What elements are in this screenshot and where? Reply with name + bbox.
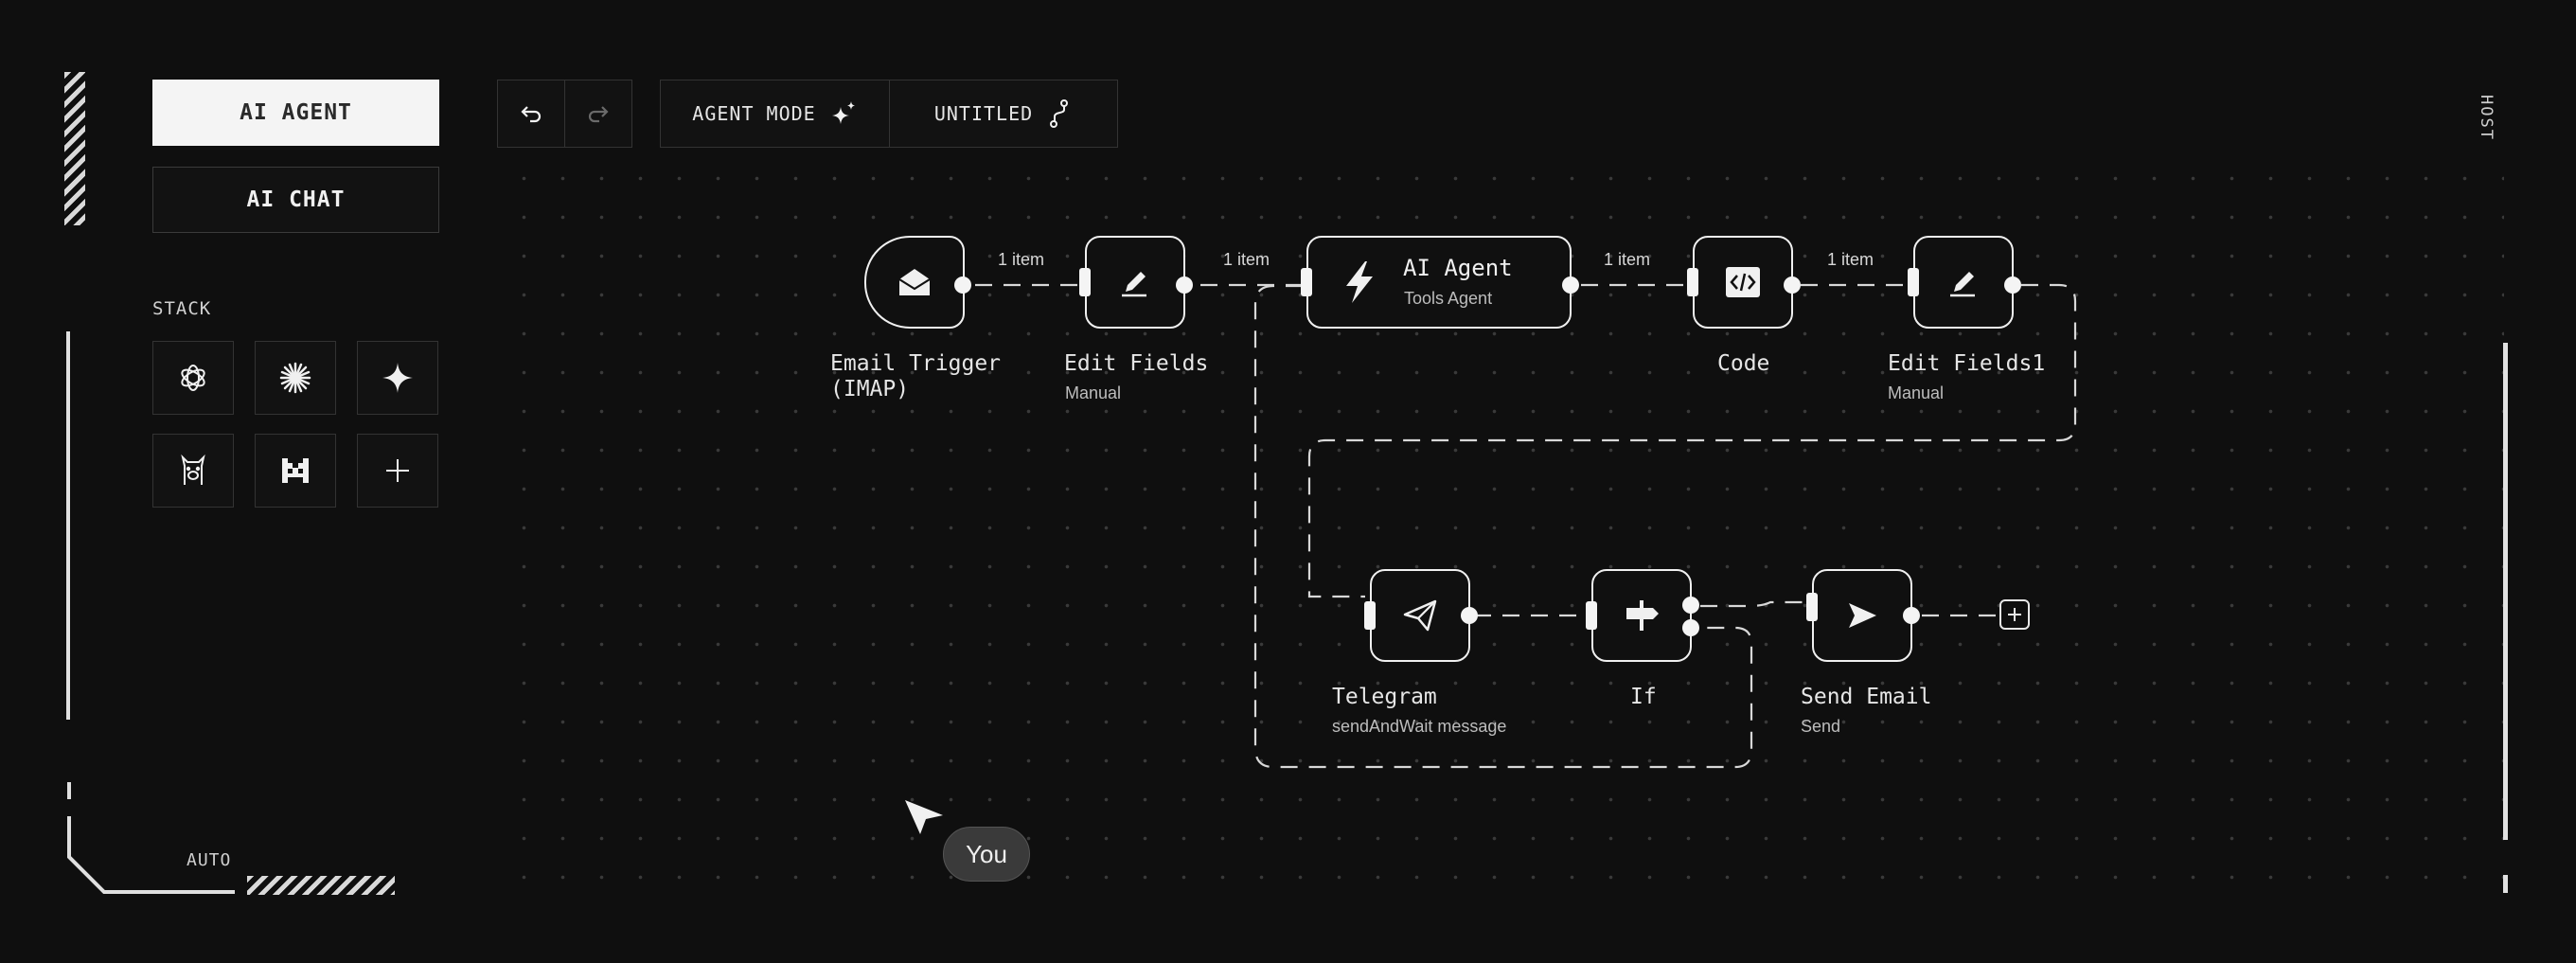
- node-subtitle: Manual: [1888, 383, 1945, 402]
- node-email-trigger[interactable]: [864, 236, 965, 329]
- signpost-icon: [1626, 600, 1659, 631]
- plus-icon: [2008, 608, 2021, 621]
- node-label: Send Email: [1801, 685, 1932, 709]
- paper-plane-icon: [1403, 599, 1437, 632]
- code-icon: [1726, 267, 1760, 297]
- workflow-connections: [975, 283, 2077, 769]
- output-port[interactable]: [2004, 276, 2021, 294]
- output-port[interactable]: [1176, 276, 1193, 294]
- envelope-icon: [898, 269, 931, 295]
- output-port[interactable]: [1562, 276, 1579, 294]
- edge-label: 1 item: [1827, 250, 1874, 269]
- node-subtitle: Manual: [1065, 383, 1122, 402]
- node-label: Edit Fields1: [1888, 351, 2046, 376]
- edge-label: 1 item: [1604, 250, 1651, 269]
- input-port[interactable]: [1364, 601, 1376, 630]
- node-label: If: [1630, 685, 1657, 709]
- node-label: Code: [1717, 351, 1770, 376]
- node-label: Telegram: [1332, 685, 1437, 709]
- node-if[interactable]: [1591, 569, 1692, 662]
- input-port[interactable]: [1908, 268, 1919, 296]
- node-subtitle: Tools Agent: [1404, 289, 1493, 308]
- cursor-user-badge: You: [943, 827, 1030, 882]
- input-port[interactable]: [1806, 593, 1818, 621]
- add-node-button[interactable]: [1999, 599, 2030, 630]
- input-port[interactable]: [1687, 268, 1698, 296]
- cursor-arrow-icon: [905, 800, 943, 834]
- output-port-true[interactable]: [1682, 597, 1699, 614]
- output-port[interactable]: [1903, 607, 1920, 624]
- edge-label: 1 item: [1223, 250, 1270, 269]
- node-edit-fields[interactable]: [1085, 236, 1185, 329]
- node-label: Email Trigger (IMAP): [830, 351, 1002, 401]
- output-port[interactable]: [1461, 607, 1478, 624]
- pencil-icon: [1950, 272, 1975, 297]
- node-label: AI Agent: [1403, 255, 1513, 281]
- node-telegram[interactable]: [1370, 569, 1470, 662]
- node-subtitle: Send: [1801, 717, 1841, 736]
- node-edit-fields1[interactable]: [1913, 236, 2014, 329]
- input-port[interactable]: [1301, 268, 1312, 296]
- node-code[interactable]: [1693, 236, 1793, 329]
- node-label: Edit Fields: [1064, 351, 1209, 376]
- output-port[interactable]: [954, 276, 971, 294]
- input-port[interactable]: [1079, 268, 1091, 296]
- output-port[interactable]: [1784, 276, 1801, 294]
- pencil-icon: [1122, 272, 1146, 297]
- output-port-false[interactable]: [1682, 619, 1699, 636]
- lightning-icon: [1346, 261, 1373, 303]
- node-send-email[interactable]: [1812, 569, 1912, 662]
- edge-label: 1 item: [998, 250, 1045, 269]
- node-ai-agent[interactable]: [1306, 236, 1572, 329]
- send-icon: [1849, 603, 1876, 628]
- input-port[interactable]: [1586, 601, 1597, 630]
- node-subtitle: sendAndWait message: [1332, 717, 1507, 736]
